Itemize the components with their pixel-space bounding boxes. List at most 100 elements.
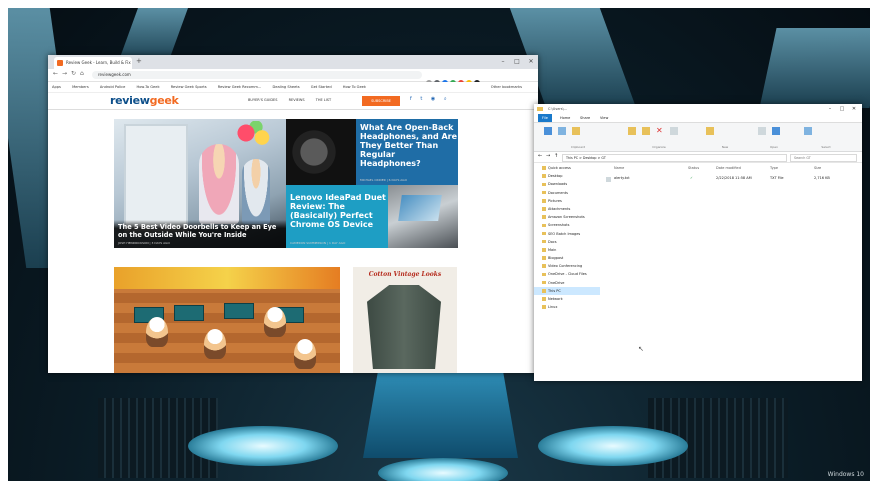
folder-icon <box>542 198 546 203</box>
facebook-icon[interactable]: f <box>410 96 412 102</box>
bookmark-item[interactable]: Get Started <box>311 85 332 89</box>
bookmark-item[interactable]: Apps <box>52 85 61 89</box>
nav-pane-item[interactable]: Main <box>534 246 600 254</box>
tab-view[interactable]: View <box>596 114 612 122</box>
nav-pane-item[interactable]: OneDrive <box>534 279 600 287</box>
forward-arrow-icon[interactable]: → <box>62 70 67 77</box>
explorer-titlebar: C:\Users\... – □ ✕ <box>534 104 862 114</box>
twitter-icon[interactable]: t <box>420 96 422 102</box>
column-date[interactable]: Date modified <box>716 166 741 170</box>
tab-file[interactable]: File <box>538 114 552 122</box>
site-favicon-icon <box>57 60 63 66</box>
address-bar[interactable]: reviewgeek.com <box>92 71 422 79</box>
hero-article[interactable]: The 5 Best Video Doorbells to Keep an Ey… <box>114 119 286 248</box>
close-button[interactable]: ✕ <box>524 55 538 68</box>
nav-pane-item[interactable]: Linux <box>534 303 600 311</box>
forward-arrow-icon[interactable]: → <box>546 153 550 159</box>
maximize-button[interactable]: □ <box>836 104 848 114</box>
game-lava-strip <box>114 267 340 289</box>
close-button[interactable]: ✕ <box>848 104 860 114</box>
nav-pane-item[interactable]: Blogpost <box>534 254 600 262</box>
copy-to-icon[interactable] <box>642 127 650 135</box>
advertisement[interactable]: Cotton Vintage Looks <box>353 267 457 373</box>
paste-icon[interactable] <box>572 127 580 135</box>
minimize-button[interactable]: – <box>496 55 510 68</box>
article-card-lenovo[interactable]: Lenovo IdeaPad Duet Review: The (Basical… <box>286 185 388 248</box>
site-logo[interactable]: reviewgeek <box>110 94 179 107</box>
copy-icon[interactable] <box>558 127 566 135</box>
column-type[interactable]: Type <box>770 166 778 170</box>
nav-pane-item[interactable]: Screenshots <box>534 221 600 229</box>
subscribe-button[interactable]: SUBSCRIBE <box>362 96 400 106</box>
nav-pane-item[interactable]: Amazon Screenshots <box>534 213 600 221</box>
nav-pane-item[interactable]: Downloads <box>534 180 600 188</box>
tab-home[interactable]: Home <box>556 114 574 122</box>
nav-link-reviews[interactable]: REVIEWS <box>289 98 305 102</box>
bookmark-item[interactable]: Android Police <box>100 85 125 89</box>
search-icon[interactable]: ⌕ <box>444 96 447 102</box>
nav-pane-item[interactable]: Quick access <box>534 164 600 172</box>
move-to-icon[interactable] <box>628 127 636 135</box>
file-explorer-window[interactable]: C:\Users\... – □ ✕ File Home Share View … <box>534 104 862 381</box>
select-all-icon[interactable] <box>804 127 812 135</box>
folder-icon <box>542 174 546 178</box>
bookmark-item[interactable]: How To Geek <box>343 85 366 89</box>
nav-link-buyers-guides[interactable]: BUYER'S GUIDES <box>248 98 277 102</box>
back-arrow-icon[interactable]: ← <box>538 153 542 159</box>
nav-pane-item[interactable]: Network <box>534 295 600 303</box>
hero-door-image <box>124 124 188 233</box>
nav-link-the-list[interactable]: THE LIST <box>316 98 331 102</box>
nav-pane-item[interactable]: Docs <box>534 238 600 246</box>
pin-icon[interactable] <box>544 127 552 135</box>
nav-pane-item[interactable]: SEO Batch Images <box>534 230 600 238</box>
rss-icon[interactable]: ◉ <box>431 96 435 102</box>
laptop-screen <box>398 195 442 221</box>
laptop-image[interactable] <box>388 185 458 248</box>
home-icon[interactable]: ⌂ <box>80 70 84 77</box>
column-status[interactable]: Status <box>688 166 699 170</box>
open-icon[interactable] <box>772 127 780 135</box>
game-article-image[interactable] <box>114 267 340 373</box>
nav-pane-item[interactable]: OneDrive - Cloud Files <box>534 270 600 278</box>
nav-pane-label: SEO Batch Images <box>548 231 581 236</box>
hero-title[interactable]: The 5 Best Video Doorbells to Keep an Ey… <box>118 223 282 239</box>
nav-pane-item[interactable]: Attachments <box>534 205 600 213</box>
column-name[interactable]: Name <box>614 166 624 170</box>
path-bar[interactable]: This PC > Desktop > GT <box>562 154 787 162</box>
nav-pane-item[interactable]: Documents <box>534 189 600 197</box>
bookmark-item[interactable]: How-To Geek <box>137 85 160 89</box>
headphones-image[interactable] <box>286 119 356 185</box>
nav-pane-item[interactable]: Video Conferencing <box>534 262 600 270</box>
folder-icon <box>542 264 546 269</box>
nav-pane-item[interactable]: Pictures <box>534 197 600 205</box>
search-input[interactable]: Search GT <box>790 154 857 162</box>
delete-icon[interactable]: ✕ <box>656 127 664 135</box>
bookmark-item[interactable]: Dealing Sheets <box>272 85 299 89</box>
up-arrow-icon[interactable]: ↑ <box>554 153 558 159</box>
reload-icon[interactable]: ↻ <box>71 70 76 77</box>
article-title[interactable]: What Are Open-Back Headphones, and Are T… <box>360 123 458 168</box>
new-tab-button[interactable]: + <box>136 57 142 65</box>
bookmark-item[interactable]: Review Geek Sports <box>171 85 207 89</box>
tab-share[interactable]: Share <box>576 114 594 122</box>
back-arrow-icon[interactable]: ← <box>53 70 58 77</box>
rename-icon[interactable] <box>670 127 678 135</box>
bookmark-item[interactable]: Members <box>72 85 89 89</box>
article-title[interactable]: Lenovo IdeaPad Duet Review: The (Basical… <box>290 193 388 229</box>
file-row[interactable]: alerty.txt ✓ 2/22/2018 11:58 AM TXT File… <box>604 176 858 184</box>
nav-pane-label: Attachments <box>548 206 571 211</box>
minimize-button[interactable]: – <box>824 104 836 114</box>
column-size[interactable]: Size <box>814 166 821 170</box>
nav-pane-item[interactable]: Desktop <box>534 172 600 180</box>
browser-tab[interactable]: Review Geek - Learn, Build & Fix <box>54 57 132 69</box>
chrome-window[interactable]: Review Geek - Learn, Build & Fix + – □ ✕… <box>48 55 538 373</box>
nav-pane-item[interactable]: This PC <box>534 286 600 295</box>
nav-pane-label: Network <box>548 297 563 301</box>
other-bookmarks[interactable]: Other bookmarks <box>491 82 522 92</box>
properties-icon[interactable] <box>758 127 766 135</box>
maximize-button[interactable]: □ <box>510 55 524 68</box>
ribbon: Clipboard ✕ Organize New Open Select <box>534 123 862 152</box>
article-card-headphones[interactable]: What Are Open-Back Headphones, and Are T… <box>356 119 458 185</box>
new-folder-icon[interactable] <box>706 127 714 135</box>
bookmark-item[interactable]: Review Geek Recomm... <box>218 85 262 89</box>
